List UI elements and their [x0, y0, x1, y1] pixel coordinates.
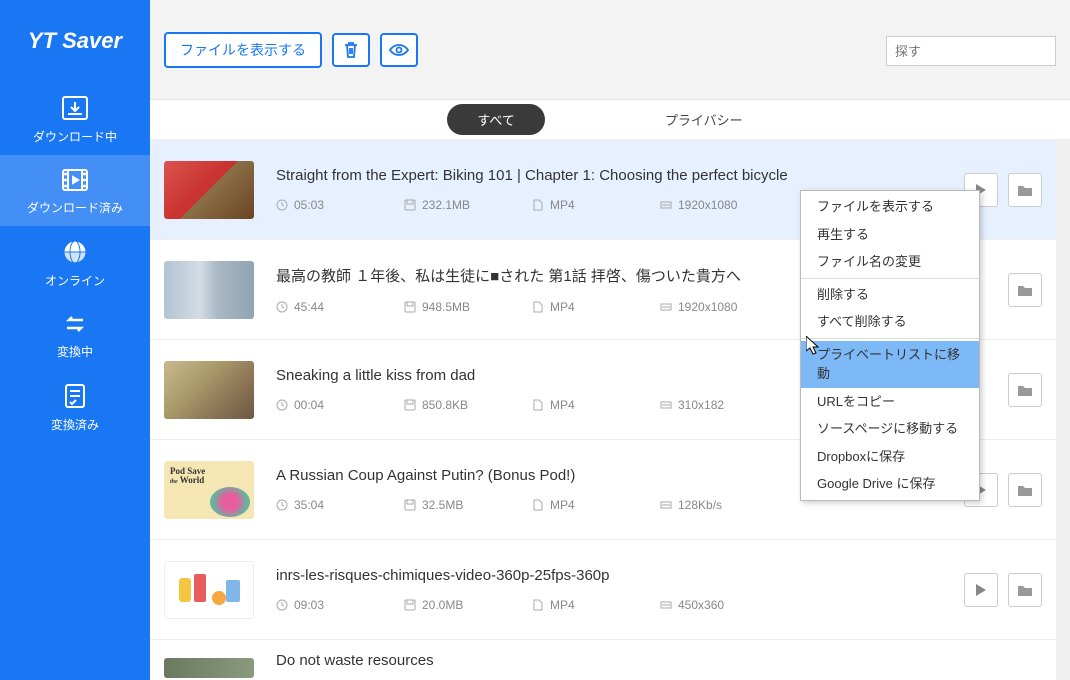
disk-icon: [404, 399, 416, 411]
thumbnail: Pod Save the World: [164, 461, 254, 519]
sidebar-item-online[interactable]: オンライン: [0, 226, 150, 299]
thumbnail: [164, 361, 254, 419]
ctx-play[interactable]: 再生する: [801, 221, 979, 249]
app-logo: YT Saver: [28, 28, 122, 54]
eye-icon: [389, 43, 409, 57]
sidebar-item-downloaded[interactable]: ダウンロード済み: [0, 155, 150, 226]
document-check-icon: [0, 382, 150, 410]
disk-icon: [404, 301, 416, 313]
thumbnail: [164, 261, 254, 319]
sidebar-item-label: 変換済み: [51, 418, 99, 432]
download-icon: [0, 94, 150, 122]
clock-icon: [276, 399, 288, 411]
ctx-show-file[interactable]: ファイルを表示する: [801, 193, 979, 221]
item-meta: 09:03 20.0MB MP4 450x360: [276, 598, 964, 612]
sidebar-item-label: 変換中: [57, 345, 93, 359]
thumbnail: [164, 658, 254, 678]
ctx-save-dropbox[interactable]: Dropboxに保存: [801, 443, 979, 471]
ctx-copy-url[interactable]: URLをコピー: [801, 388, 979, 416]
sidebar-item-converted[interactable]: 変換済み: [0, 370, 150, 443]
resolution-icon: [660, 399, 672, 411]
ctx-move-private[interactable]: プライベートリストに移動: [801, 341, 979, 388]
clock-icon: [276, 599, 288, 611]
refresh-icon: [0, 311, 150, 337]
separator: [801, 278, 979, 279]
film-icon: [0, 167, 150, 193]
resolution-icon: [660, 499, 672, 511]
sidebar: YT Saver ダウンロード中 ダウンロード済み オンライン: [0, 0, 150, 680]
ctx-goto-source[interactable]: ソースページに移動する: [801, 415, 979, 443]
resolution-icon: [660, 301, 672, 313]
separator: [801, 338, 979, 339]
thumbnail: [164, 561, 254, 619]
file-icon: [532, 599, 544, 611]
tab-privacy[interactable]: プライバシー: [635, 104, 773, 135]
folder-button[interactable]: [1008, 273, 1042, 307]
folder-button[interactable]: [1008, 473, 1042, 507]
disk-icon: [404, 599, 416, 611]
clock-icon: [276, 199, 288, 211]
ctx-save-gdrive[interactable]: Google Drive に保存: [801, 470, 979, 498]
ctx-rename[interactable]: ファイル名の変更: [801, 248, 979, 276]
clock-icon: [276, 499, 288, 511]
resolution-icon: [660, 199, 672, 211]
play-button[interactable]: [964, 573, 998, 607]
file-icon: [532, 499, 544, 511]
resolution-icon: [660, 599, 672, 611]
show-files-button[interactable]: ファイルを表示する: [164, 32, 322, 68]
context-menu: ファイルを表示する 再生する ファイル名の変更 削除する すべて削除する プライ…: [800, 190, 980, 501]
clock-icon: [276, 301, 288, 313]
file-icon: [532, 399, 544, 411]
sidebar-item-downloading[interactable]: ダウンロード中: [0, 82, 150, 155]
trash-icon: [343, 41, 359, 59]
item-title: Straight from the Expert: Biking 101 | C…: [276, 167, 964, 184]
list-item[interactable]: inrs-les-risques-chimiques-video-360p-25…: [150, 540, 1056, 640]
sidebar-item-label: ダウンロード中: [33, 130, 117, 144]
tabs: すべて プライバシー: [150, 100, 1070, 140]
sidebar-item-label: オンライン: [45, 274, 105, 288]
scrollbar-thumb[interactable]: [1056, 140, 1070, 200]
globe-icon: [0, 238, 150, 266]
visibility-button[interactable]: [380, 33, 418, 67]
tab-all[interactable]: すべて: [447, 104, 545, 135]
thumbnail: [164, 161, 254, 219]
file-icon: [532, 301, 544, 313]
ctx-delete[interactable]: 削除する: [801, 281, 979, 309]
toolbar: ファイルを表示する: [150, 0, 1070, 100]
folder-button[interactable]: [1008, 373, 1042, 407]
item-title: Do not waste resources: [276, 652, 1042, 669]
folder-button[interactable]: [1008, 573, 1042, 607]
delete-button[interactable]: [332, 33, 370, 67]
list-item[interactable]: Do not waste resources: [150, 640, 1056, 680]
sidebar-item-converting[interactable]: 変換中: [0, 299, 150, 370]
ctx-delete-all[interactable]: すべて削除する: [801, 308, 979, 336]
disk-icon: [404, 499, 416, 511]
file-icon: [532, 199, 544, 211]
disk-icon: [404, 199, 416, 211]
search-input[interactable]: [886, 36, 1056, 66]
sidebar-item-label: ダウンロード済み: [27, 201, 123, 215]
folder-button[interactable]: [1008, 173, 1042, 207]
item-title: inrs-les-risques-chimiques-video-360p-25…: [276, 567, 964, 584]
